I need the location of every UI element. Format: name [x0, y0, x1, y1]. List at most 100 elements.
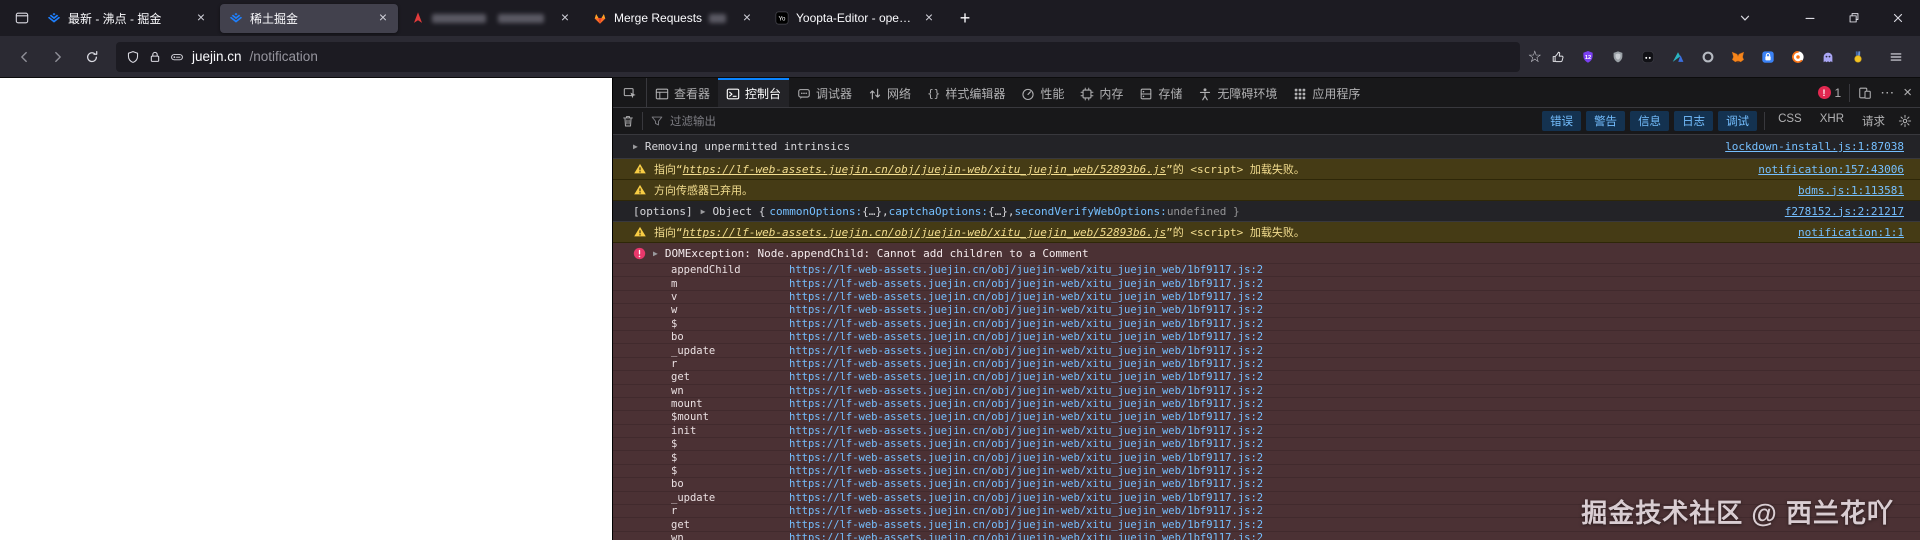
devtools-tab-调试器[interactable]: 调试器	[789, 78, 860, 107]
permissions-pill-icon[interactable]	[170, 50, 184, 64]
stack-frame-function: appendChild	[671, 264, 789, 276]
stack-frame-link[interactable]: https://lf-web-assets.juejin.cn/obj/juej…	[789, 318, 1263, 330]
purple-ghost-extension-icon[interactable]	[1818, 47, 1838, 67]
back-button[interactable]	[8, 42, 40, 72]
stack-frame-link[interactable]: https://lf-web-assets.juejin.cn/obj/juej…	[789, 398, 1263, 410]
dark-ghost-extension-icon[interactable]	[1638, 47, 1658, 67]
minimize-button[interactable]	[1788, 0, 1832, 36]
stack-frame-link[interactable]: https://lf-web-assets.juejin.cn/obj/juej…	[789, 385, 1263, 397]
filter-level-button[interactable]: 警告	[1586, 111, 1625, 131]
firefox-view-button[interactable]	[8, 4, 36, 32]
stack-frame: _updatehttps://lf-web-assets.juejin.cn/o…	[613, 343, 1920, 356]
stack-frame-function: $mount	[671, 411, 789, 423]
reload-button[interactable]	[76, 42, 108, 72]
filter-category-button[interactable]: CSS	[1772, 111, 1808, 131]
stack-frame-link[interactable]: https://lf-web-assets.juejin.cn/obj/juej…	[789, 519, 1263, 531]
filter-category-button[interactable]: 请求	[1856, 111, 1891, 131]
stack-frame-link[interactable]: https://lf-web-assets.juejin.cn/obj/juej…	[789, 358, 1263, 370]
close-window-button[interactable]	[1876, 0, 1920, 36]
source-link[interactable]: lockdown-install.js:1:87038	[1711, 140, 1904, 153]
stack-frame-link[interactable]: https://lf-web-assets.juejin.cn/obj/juej…	[789, 532, 1263, 540]
stack-frame-link[interactable]: https://lf-web-assets.juejin.cn/obj/juej…	[789, 411, 1263, 423]
ring-extension-icon[interactable]	[1698, 47, 1718, 67]
tracking-protection-shield-icon[interactable]	[126, 50, 140, 64]
browser-tab[interactable]: ×	[402, 4, 580, 33]
gray-shield-extension-icon[interactable]	[1608, 47, 1628, 67]
close-devtools-button[interactable]: ×	[1903, 84, 1912, 101]
filter-level-button[interactable]: 日志	[1674, 111, 1713, 131]
metamask-extension-icon[interactable]	[1728, 47, 1748, 67]
clear-console-button[interactable]	[621, 114, 635, 128]
blue-lock-extension-icon[interactable]	[1758, 47, 1778, 67]
responsive-design-mode-button[interactable]	[1858, 86, 1872, 100]
browser-tab[interactable]: Merge Requests×	[584, 4, 762, 33]
stack-frame: rhttps://lf-web-assets.juejin.cn/obj/jue…	[613, 357, 1920, 370]
tab-close-button[interactable]: ×	[192, 9, 210, 27]
app-menu-button[interactable]	[1880, 42, 1912, 72]
stack-frame-link[interactable]: https://lf-web-assets.juejin.cn/obj/juej…	[789, 492, 1263, 504]
stack-frame-link[interactable]: https://lf-web-assets.juejin.cn/obj/juej…	[789, 371, 1263, 383]
devtools-tab-无障碍环境[interactable]: 无障碍环境	[1190, 78, 1285, 107]
filter-level-button[interactable]: 错误	[1542, 111, 1581, 131]
script-url-link[interactable]: https://lf-web-assets.juejin.cn/obj/juej…	[683, 163, 1166, 176]
source-link[interactable]: f278152.js:2:21217	[1771, 205, 1904, 218]
thumbs-up-extension-icon[interactable]	[1548, 47, 1568, 67]
devtools-tab-存储[interactable]: 存储	[1131, 78, 1190, 107]
forward-button[interactable]	[42, 42, 74, 72]
tab-close-button[interactable]: ×	[556, 9, 574, 27]
orange-circle-extension-icon[interactable]	[1788, 47, 1808, 67]
stack-frame-link[interactable]: https://lf-web-assets.juejin.cn/obj/juej…	[789, 264, 1263, 276]
stack-frame-link[interactable]: https://lf-web-assets.juejin.cn/obj/juej…	[789, 478, 1263, 490]
filter-category-button[interactable]: XHR	[1814, 111, 1850, 131]
stack-frame-function: v	[671, 291, 789, 303]
bookmark-star-icon[interactable]: ☆	[1528, 47, 1542, 67]
tab-close-button[interactable]: ×	[374, 9, 392, 27]
devtools-tab-网络[interactable]: 网络	[860, 78, 919, 107]
script-url-link[interactable]: https://lf-web-assets.juejin.cn/obj/juej…	[683, 226, 1166, 239]
filter-level-button[interactable]: 调试	[1718, 111, 1757, 131]
filter-output-input[interactable]: 过滤输出	[650, 113, 716, 129]
devtools-tab-样式编辑器[interactable]: {}样式编辑器	[919, 78, 1013, 107]
devtools-tab-应用程序[interactable]: 应用程序	[1285, 78, 1368, 107]
restore-button[interactable]	[1832, 0, 1876, 36]
funnel-icon	[650, 114, 664, 128]
https-lock-icon[interactable]	[148, 50, 162, 64]
url-bar[interactable]: juejin.cn/notification	[116, 42, 1520, 72]
medal-extension-icon[interactable]	[1848, 47, 1868, 67]
expand-caret-icon[interactable]: ▶	[701, 207, 706, 216]
stack-frame-link[interactable]: https://lf-web-assets.juejin.cn/obj/juej…	[789, 331, 1263, 343]
source-link[interactable]: bdms.js:1:113581	[1784, 184, 1904, 197]
stack-frame-link[interactable]: https://lf-web-assets.juejin.cn/obj/juej…	[789, 278, 1263, 290]
list-all-tabs-button[interactable]	[1728, 0, 1762, 36]
stack-frame-link[interactable]: https://lf-web-assets.juejin.cn/obj/juej…	[789, 304, 1263, 316]
tab-close-button[interactable]: ×	[920, 9, 938, 27]
devtools-tab-内存[interactable]: 内存	[1072, 78, 1131, 107]
tab-close-button[interactable]: ×	[738, 9, 756, 27]
translate-extension-icon[interactable]	[1668, 47, 1688, 67]
purple-shield-12-extension-icon[interactable]: 12	[1578, 47, 1598, 67]
devtools-menu-button[interactable]: ⋯	[1880, 84, 1895, 101]
browser-tab[interactable]: 最新 - 沸点 - 掘金×	[38, 4, 216, 33]
pick-element-button[interactable]	[613, 78, 647, 107]
stack-frame-link[interactable]: https://lf-web-assets.juejin.cn/obj/juej…	[789, 425, 1263, 437]
stack-frame-link[interactable]: https://lf-web-assets.juejin.cn/obj/juej…	[789, 505, 1263, 517]
browser-tab[interactable]: 稀土掘金×	[220, 4, 398, 33]
stack-frame-link[interactable]: https://lf-web-assets.juejin.cn/obj/juej…	[789, 452, 1263, 464]
devtools-tab-控制台[interactable]: 控制台	[718, 78, 789, 107]
stack-frame-link[interactable]: https://lf-web-assets.juejin.cn/obj/juej…	[789, 465, 1263, 477]
filter-level-button[interactable]: 信息	[1630, 111, 1669, 131]
devtools-tab-性能[interactable]: 性能	[1013, 78, 1072, 107]
source-link[interactable]: notification:157:43006	[1744, 163, 1904, 176]
error-count-badge[interactable]: ! 1	[1818, 86, 1842, 100]
expand-caret-icon[interactable]: ▶	[653, 249, 658, 258]
stack-frame-link[interactable]: https://lf-web-assets.juejin.cn/obj/juej…	[789, 291, 1263, 303]
devtools-tab-查看器[interactable]: 查看器	[647, 78, 718, 107]
browser-tab[interactable]: YoYoopta-Editor - open-source×	[766, 4, 944, 33]
source-link[interactable]: notification:1:1	[1784, 226, 1904, 239]
stack-frame: inithttps://lf-web-assets.juejin.cn/obj/…	[613, 424, 1920, 437]
stack-frame-link[interactable]: https://lf-web-assets.juejin.cn/obj/juej…	[789, 345, 1263, 357]
stack-frame-link[interactable]: https://lf-web-assets.juejin.cn/obj/juej…	[789, 438, 1263, 450]
new-tab-button[interactable]: +	[950, 4, 980, 32]
console-settings-gear-icon[interactable]	[1898, 114, 1912, 128]
expand-caret-icon[interactable]: ▶	[633, 142, 638, 151]
